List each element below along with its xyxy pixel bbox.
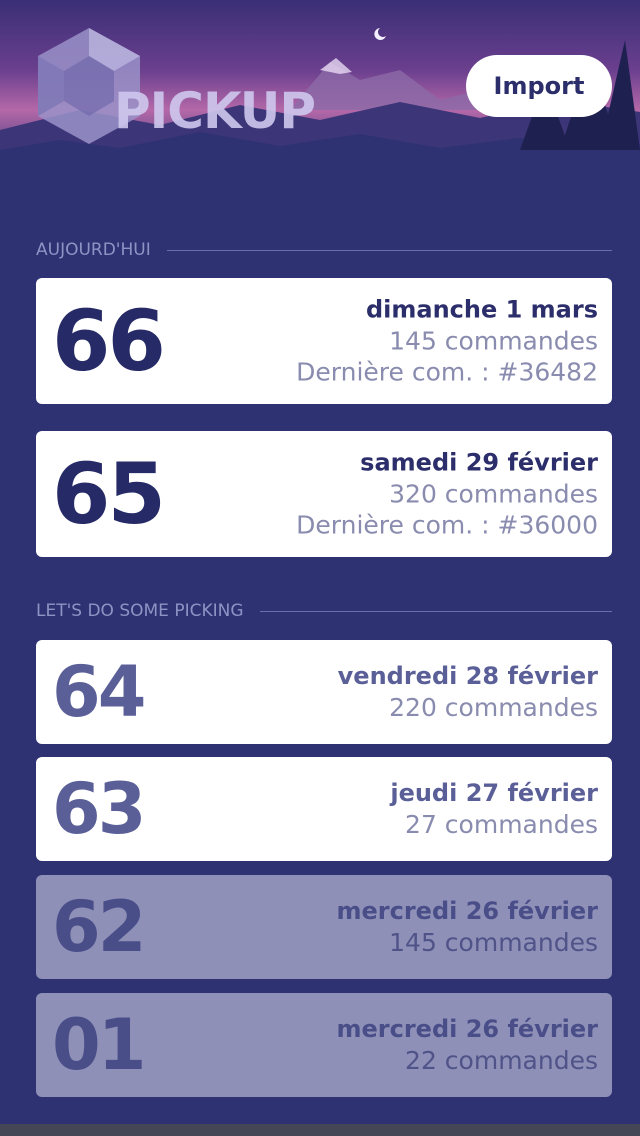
order-count: 220 commandes — [389, 693, 598, 722]
picking-card[interactable]: 01 mercredi 26 février 22 commandes — [36, 993, 612, 1097]
divider — [166, 249, 612, 251]
card-info: mercredi 26 février 22 commandes — [336, 1014, 598, 1076]
order-count: 145 commandes — [389, 928, 598, 957]
card-info: mercredi 26 février 145 commandes — [336, 896, 598, 958]
picking-card[interactable]: 64 vendredi 28 février 220 commandes — [36, 640, 612, 744]
picking-card[interactable]: 65 samedi 29 février 320 commandes Derni… — [36, 431, 612, 557]
card-date: samedi 29 février — [360, 448, 598, 477]
section-label: LET'S DO SOME PICKING — [36, 601, 244, 621]
last-order: Dernière com. : #36482 — [296, 357, 598, 387]
card-info: dimanche 1 mars 145 commandes Dernière c… — [296, 295, 598, 388]
batch-number: 66 — [52, 292, 166, 390]
section-label: AUJOURD'HUI — [36, 240, 151, 260]
order-count: 27 commandes — [405, 810, 598, 839]
card-date: jeudi 27 février — [390, 779, 598, 807]
order-count: 145 commandes — [389, 326, 598, 356]
section-header-picking: LET'S DO SOME PICKING — [36, 599, 612, 623]
batch-number: 65 — [52, 445, 166, 543]
divider — [259, 610, 612, 612]
card-date: dimanche 1 mars — [365, 295, 598, 324]
section-header-today: AUJOURD'HUI — [36, 238, 612, 262]
card-date: mercredi 26 février — [336, 1015, 598, 1043]
card-info: samedi 29 février 320 commandes Dernière… — [296, 448, 598, 541]
batch-number: 01 — [52, 1004, 146, 1086]
batch-number: 63 — [52, 768, 146, 850]
batch-number: 62 — [52, 886, 146, 968]
order-count: 22 commandes — [405, 1046, 598, 1075]
batch-number: 64 — [52, 651, 146, 733]
picking-card[interactable]: 62 mercredi 26 février 145 commandes — [36, 875, 612, 979]
card-info: jeudi 27 février 27 commandes — [390, 778, 598, 840]
card-info: vendredi 28 février 220 commandes — [338, 661, 598, 723]
card-date: vendredi 28 février — [337, 662, 598, 690]
bottom-bar — [0, 1124, 640, 1136]
last-order: Dernière com. : #36000 — [296, 510, 598, 540]
picking-card[interactable]: 66 dimanche 1 mars 145 commandes Dernièr… — [36, 278, 612, 404]
card-date: mercredi 26 février — [336, 897, 598, 925]
picking-card[interactable]: 63 jeudi 27 février 27 commandes — [36, 757, 612, 861]
pickup-logo: PICKUP — [34, 26, 316, 146]
logo-text: PICKUP — [114, 82, 316, 140]
order-count: 320 commandes — [389, 479, 598, 509]
import-button[interactable]: Import — [466, 55, 612, 117]
